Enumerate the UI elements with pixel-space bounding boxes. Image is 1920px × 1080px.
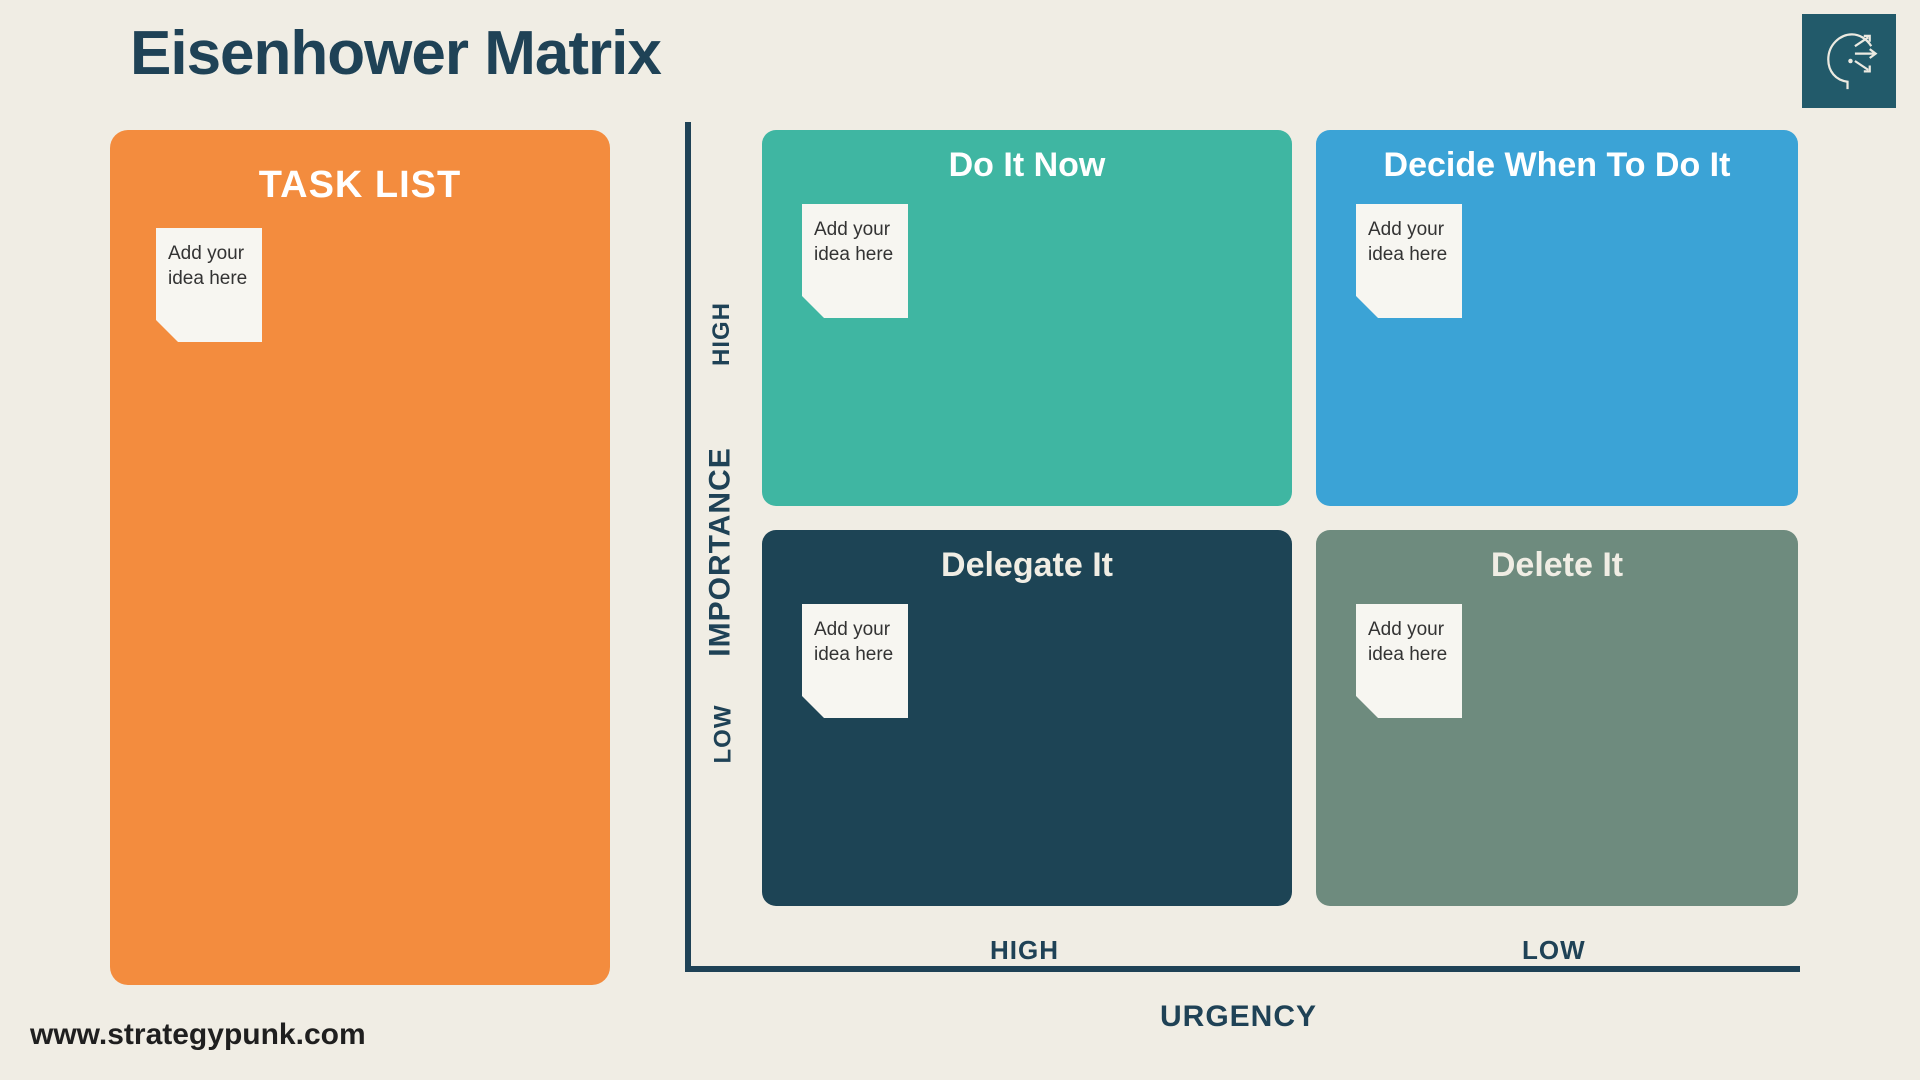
quadrant-sticky-note[interactable]: Add your idea here (802, 204, 908, 318)
quadrant-title: Decide When To Do It (1316, 146, 1798, 185)
quadrant-delegate-it: Delegate It Add your idea here (762, 530, 1292, 906)
head-arrows-icon (1812, 24, 1886, 98)
tasklist-title: TASK LIST (110, 164, 610, 207)
footer-url: www.strategypunk.com (30, 1018, 366, 1052)
tasklist-sticky-note[interactable]: Add your idea here (156, 228, 262, 342)
quadrant-do-it-now: Do It Now Add your idea here (762, 130, 1292, 506)
tasklist-panel: TASK LIST Add your idea here (110, 130, 610, 985)
axis-urgency-label: URGENCY (1160, 1000, 1317, 1034)
axis-urgency-high: HIGH (990, 935, 1059, 966)
axis-y-line (685, 122, 691, 972)
axis-importance-low: LOW (709, 705, 737, 764)
quadrant-title: Delete It (1316, 546, 1798, 585)
quadrant-decide-when: Decide When To Do It Add your idea here (1316, 130, 1798, 506)
axis-importance-label: IMPORTANCE (704, 447, 738, 656)
quadrant-sticky-note[interactable]: Add your idea here (1356, 604, 1462, 718)
page-title: Eisenhower Matrix (130, 18, 661, 89)
axis-importance-high: HIGH (708, 302, 736, 366)
brand-logo (1802, 14, 1896, 108)
quadrant-sticky-note[interactable]: Add your idea here (802, 604, 908, 718)
axis-urgency-low: LOW (1522, 935, 1586, 966)
quadrant-sticky-note[interactable]: Add your idea here (1356, 204, 1462, 318)
quadrant-delete-it: Delete It Add your idea here (1316, 530, 1798, 906)
quadrant-title: Delegate It (762, 546, 1292, 585)
quadrant-title: Do It Now (762, 146, 1292, 185)
axis-x-line (685, 966, 1800, 972)
